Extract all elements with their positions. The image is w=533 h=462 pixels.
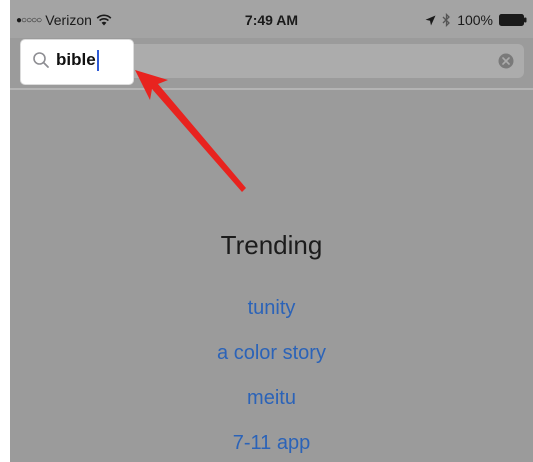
app-screen: ●○○○○ Verizon 7:49 AM 100% bible Trendin…	[10, 0, 533, 462]
bluetooth-icon	[442, 13, 451, 27]
trending-item-7-11-app[interactable]: 7-11 app	[10, 429, 533, 462]
battery-percent: 100%	[457, 12, 493, 28]
text-caret	[96, 49, 99, 71]
trending-item-meitu[interactable]: meitu	[10, 384, 533, 429]
trending-item-tunity[interactable]: tunity	[10, 294, 533, 339]
trending-list: tunity a color story meitu 7-11 app	[10, 294, 533, 462]
divider	[10, 88, 533, 90]
location-icon	[425, 15, 436, 25]
status-bar: ●○○○○ Verizon 7:49 AM 100%	[10, 0, 533, 38]
search-icon	[33, 52, 49, 68]
search-input[interactable]: bible	[56, 49, 99, 71]
trending-item-a-color-story[interactable]: a color story	[10, 339, 533, 384]
search-query: bible	[56, 50, 96, 69]
battery-icon	[499, 14, 527, 26]
trending-title: Trending	[220, 230, 323, 260]
clear-icon[interactable]	[498, 53, 514, 69]
status-right: 100%	[425, 12, 527, 28]
red-arrow-icon	[135, 70, 246, 192]
